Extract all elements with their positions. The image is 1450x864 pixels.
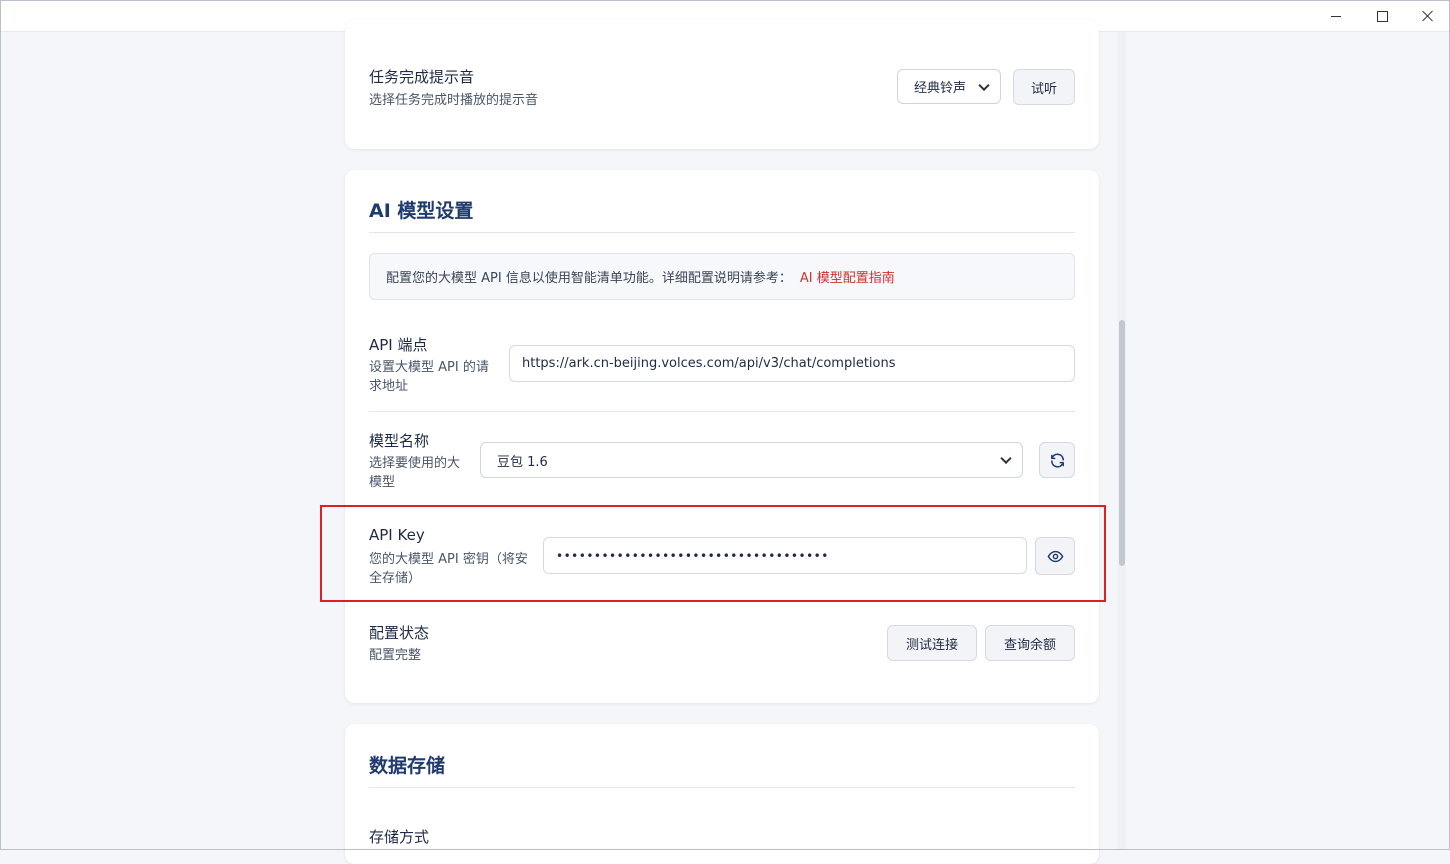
minimize-icon <box>1331 15 1341 17</box>
model-title: 模型名称 <box>369 432 430 450</box>
apikey-title: API Key <box>369 526 425 544</box>
refresh-icon <box>1050 452 1064 468</box>
apikey-input[interactable]: •••••••••••••••••••••••••••••••••••• <box>543 537 1027 574</box>
divider <box>369 411 1075 412</box>
check-balance-button[interactable]: 查询余额 <box>985 625 1075 661</box>
status-title: 配置状态 <box>369 624 430 642</box>
endpoint-input-value: https://ark.cn-beijing.volces.com/api/v3… <box>522 356 896 371</box>
test-connection-button[interactable]: 测试连接 <box>887 625 977 661</box>
storage-section-title: 数据存储 <box>369 755 446 777</box>
maximize-icon <box>1376 10 1388 22</box>
chevron-down-icon <box>978 79 990 91</box>
close-button[interactable] <box>1405 1 1450 31</box>
ai-info-text: 配置您的大模型 API 信息以使用智能清单功能。详细配置说明请参考： <box>386 271 792 286</box>
sound-select-value: 经典铃声 <box>914 81 967 96</box>
divider <box>369 232 1075 233</box>
apikey-desc-line1: 您的大模型 API 密钥（将安 <box>369 552 528 567</box>
endpoint-desc-line2: 求地址 <box>369 379 409 394</box>
ai-guide-link[interactable]: AI 模型配置指南 <box>800 267 895 286</box>
ai-info-box: 配置您的大模型 API 信息以使用智能清单功能。详细配置说明请参考： AI 模型… <box>369 253 1075 300</box>
maximize-button[interactable] <box>1359 1 1405 31</box>
apikey-input-value: •••••••••••••••••••••••••••••••••••• <box>556 548 829 563</box>
model-select-value: 豆包 1.6 <box>497 454 548 470</box>
sound-setting-desc: 选择任务完成时播放的提示音 <box>369 93 539 108</box>
endpoint-desc-line1: 设置大模型 API 的请 <box>369 360 489 375</box>
apikey-desc-line2: 全存储） <box>369 571 422 586</box>
chevron-down-icon <box>1000 452 1012 465</box>
model-desc-line2: 模型 <box>369 475 396 490</box>
ai-settings-card <box>345 170 1099 703</box>
endpoint-input[interactable]: https://ark.cn-beijing.volces.com/api/v3… <box>509 345 1075 382</box>
minimize-button[interactable] <box>1313 1 1359 31</box>
model-desc-line1: 选择要使用的大 <box>369 456 461 471</box>
sound-setting-title: 任务完成提示音 <box>369 68 475 86</box>
preview-sound-button[interactable]: 试听 <box>1013 69 1075 105</box>
close-icon <box>1422 10 1434 22</box>
storage-method-title: 存储方式 <box>369 828 430 846</box>
status-desc: 配置完整 <box>369 648 422 663</box>
storage-settings-card <box>345 724 1099 864</box>
endpoint-title: API 端点 <box>369 336 428 354</box>
refresh-models-button[interactable] <box>1039 442 1075 478</box>
eye-icon <box>1047 550 1063 562</box>
model-select[interactable]: 豆包 1.6 <box>480 442 1023 478</box>
scrollbar-thumb[interactable] <box>1119 320 1125 566</box>
sound-select[interactable]: 经典铃声 <box>897 69 1001 104</box>
divider <box>369 787 1075 788</box>
toggle-apikey-visibility-button[interactable] <box>1035 537 1075 575</box>
ai-section-title: AI 模型设置 <box>369 200 474 222</box>
